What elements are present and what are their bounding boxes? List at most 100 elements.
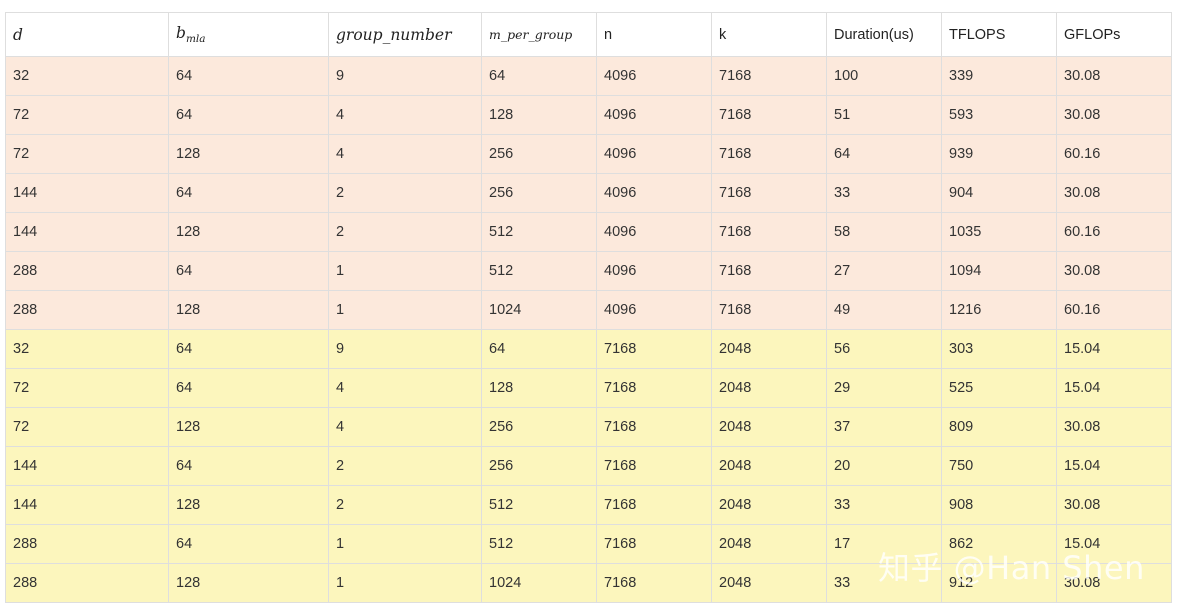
cell-gflops: 60.16 <box>1056 212 1172 252</box>
cell-m-per-group: 1024 <box>481 290 597 330</box>
cell-group-number: 9 <box>328 329 482 369</box>
cell-n: 4096 <box>596 134 712 174</box>
cell-gflops: 30.08 <box>1056 251 1172 291</box>
cell-group-number: 2 <box>328 212 482 252</box>
cell-tflops: 525 <box>941 368 1057 408</box>
cell-duration: 49 <box>826 290 942 330</box>
header-b-base: b <box>176 23 186 42</box>
cell-gflops: 15.04 <box>1056 329 1172 369</box>
table-row: 288 128 1 1024 7168 2048 33 912 30.08 <box>5 563 1172 603</box>
cell-n: 4096 <box>596 173 712 213</box>
table-row: 144 64 2 256 4096 7168 33 904 30.08 <box>5 173 1172 213</box>
cell-d: 144 <box>5 212 169 252</box>
cell-m-per-group: 512 <box>481 524 597 564</box>
cell-gflops: 15.04 <box>1056 524 1172 564</box>
table-header: d bmla group_number m_per_group n k Dura… <box>5 12 1172 57</box>
header-m-per-group: m_per_group <box>481 12 597 57</box>
cell-k: 2048 <box>711 563 827 603</box>
cell-k: 7168 <box>711 173 827 213</box>
cell-m-per-group: 256 <box>481 407 597 447</box>
header-n: n <box>596 12 712 57</box>
cell-b-mla: 128 <box>168 407 329 447</box>
cell-group-number: 4 <box>328 407 482 447</box>
cell-tflops: 862 <box>941 524 1057 564</box>
cell-n: 7168 <box>596 524 712 564</box>
cell-n: 7168 <box>596 485 712 525</box>
cell-d: 72 <box>5 134 169 174</box>
table-row: 144 128 2 512 4096 7168 58 1035 60.16 <box>5 212 1172 252</box>
cell-k: 7168 <box>711 212 827 252</box>
cell-group-number: 1 <box>328 251 482 291</box>
header-group-number: group_number <box>328 12 482 57</box>
header-tflops: TFLOPS <box>941 12 1057 57</box>
cell-gflops: 30.08 <box>1056 563 1172 603</box>
cell-b-mla: 128 <box>168 563 329 603</box>
cell-n: 7168 <box>596 407 712 447</box>
cell-n: 4096 <box>596 212 712 252</box>
cell-group-number: 9 <box>328 56 482 96</box>
cell-m-per-group: 1024 <box>481 563 597 603</box>
cell-group-number: 1 <box>328 524 482 564</box>
cell-tflops: 912 <box>941 563 1057 603</box>
header-row: d bmla group_number m_per_group n k Dura… <box>5 12 1172 57</box>
cell-d: 72 <box>5 407 169 447</box>
cell-n: 7168 <box>596 368 712 408</box>
cell-tflops: 939 <box>941 134 1057 174</box>
cell-d: 288 <box>5 290 169 330</box>
cell-duration: 33 <box>826 563 942 603</box>
cell-gflops: 30.08 <box>1056 407 1172 447</box>
table-row: 288 128 1 1024 4096 7168 49 1216 60.16 <box>5 290 1172 330</box>
cell-n: 7168 <box>596 329 712 369</box>
cell-gflops: 30.08 <box>1056 56 1172 96</box>
header-b-subscript: mla <box>185 33 206 46</box>
cell-m-per-group: 256 <box>481 446 597 486</box>
cell-duration: 37 <box>826 407 942 447</box>
cell-group-number: 2 <box>328 485 482 525</box>
cell-d: 144 <box>5 485 169 525</box>
table-row: 72 128 4 256 4096 7168 64 939 60.16 <box>5 134 1172 174</box>
table-body: 32 64 9 64 4096 7168 100 339 30.08 72 64 4 128 4096 71… <box>5 56 1172 603</box>
cell-m-per-group: 64 <box>481 56 597 96</box>
cell-gflops: 30.08 <box>1056 95 1172 135</box>
cell-group-number: 1 <box>328 563 482 603</box>
cell-d: 32 <box>5 329 169 369</box>
cell-tflops: 1035 <box>941 212 1057 252</box>
cell-m-per-group: 256 <box>481 173 597 213</box>
cell-k: 2048 <box>711 407 827 447</box>
table-row: 288 64 1 512 4096 7168 27 1094 30.08 <box>5 251 1172 291</box>
cell-duration: 20 <box>826 446 942 486</box>
cell-m-per-group: 512 <box>481 251 597 291</box>
cell-duration: 56 <box>826 329 942 369</box>
cell-d: 72 <box>5 95 169 135</box>
table-row: 32 64 9 64 7168 2048 56 303 15.04 <box>5 329 1172 369</box>
cell-group-number: 2 <box>328 173 482 213</box>
cell-k: 2048 <box>711 524 827 564</box>
table-row: 144 64 2 256 7168 2048 20 750 15.04 <box>5 446 1172 486</box>
cell-n: 4096 <box>596 290 712 330</box>
cell-tflops: 904 <box>941 173 1057 213</box>
cell-n: 4096 <box>596 56 712 96</box>
cell-d: 288 <box>5 251 169 291</box>
results-table: d bmla group_number m_per_group n k Dura… <box>5 12 1172 603</box>
cell-gflops: 30.08 <box>1056 173 1172 213</box>
cell-m-per-group: 64 <box>481 329 597 369</box>
header-gflops: GFLOPs <box>1056 12 1172 57</box>
cell-b-mla: 64 <box>168 95 329 135</box>
cell-b-mla: 128 <box>168 485 329 525</box>
cell-duration: 27 <box>826 251 942 291</box>
cell-duration: 100 <box>826 56 942 96</box>
cell-n: 4096 <box>596 251 712 291</box>
cell-b-mla: 64 <box>168 56 329 96</box>
cell-duration: 33 <box>826 173 942 213</box>
cell-n: 7168 <box>596 446 712 486</box>
cell-tflops: 908 <box>941 485 1057 525</box>
cell-d: 32 <box>5 56 169 96</box>
cell-gflops: 15.04 <box>1056 368 1172 408</box>
cell-k: 2048 <box>711 329 827 369</box>
cell-k: 2048 <box>711 485 827 525</box>
cell-k: 7168 <box>711 56 827 96</box>
cell-m-per-group: 512 <box>481 212 597 252</box>
cell-b-mla: 64 <box>168 251 329 291</box>
results-table-container: d bmla group_number m_per_group n k Dura… <box>5 12 1172 603</box>
header-b-mla: bmla <box>168 12 329 57</box>
